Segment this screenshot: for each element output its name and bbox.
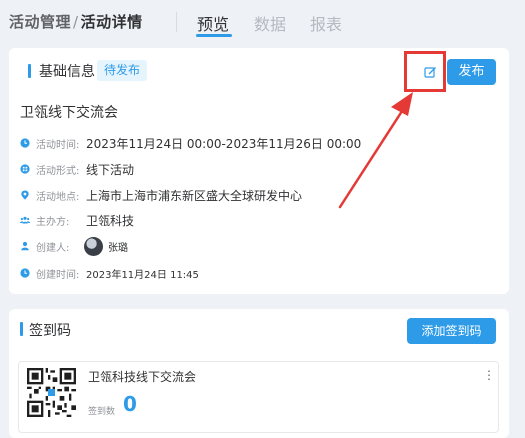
field-label: 创建时间:	[36, 269, 80, 281]
breadcrumb: 活动管理 / 活动详情	[9, 11, 143, 32]
checkin-count-value: 0	[123, 392, 137, 416]
field-activity-format: 活动形式: 线下活动	[20, 160, 134, 178]
edit-highlight-box	[404, 51, 446, 92]
clock-icon	[20, 268, 30, 278]
clock-icon	[20, 138, 30, 148]
checkin-item-title: 卫瓴科技线下交流会	[88, 370, 197, 384]
user-icon	[20, 241, 30, 251]
field-activity-location: 活动地点: 上海市上海市浦东新区盛大全球研发中心	[20, 186, 302, 204]
field-value: 线下活动	[86, 162, 135, 177]
more-options-icon[interactable]: ⋮	[483, 366, 495, 384]
tab-data[interactable]: 数据	[254, 11, 286, 35]
breadcrumb-separator: /	[73, 13, 79, 31]
qr-code-image[interactable]	[27, 368, 76, 417]
breadcrumb-current: 活动详情	[80, 13, 143, 31]
field-label: 主办方:	[36, 216, 70, 228]
field-activity-time: 活动时间: 2023年11月24日 00:00-2023年11月26日 00:0…	[20, 134, 361, 152]
tab-report[interactable]: 报表	[310, 11, 342, 35]
grid-icon	[20, 164, 30, 174]
divider	[176, 12, 177, 32]
field-value: 上海市上海市浦东新区盛大全球研发中心	[86, 188, 303, 203]
location-pin-icon	[20, 190, 30, 200]
tab-preview[interactable]: 预览	[197, 11, 229, 35]
status-badge: 待发布	[97, 60, 148, 81]
field-value: 2023年11月24日 11:45	[86, 269, 199, 281]
field-label: 活动形式:	[36, 165, 80, 177]
top-bar: 活动管理 / 活动详情 预览 数据 报表	[0, 0, 525, 44]
publish-button[interactable]: 发布	[447, 59, 496, 85]
add-checkin-code-button[interactable]: 添加签到码	[407, 318, 496, 344]
section-marker	[28, 64, 31, 78]
activity-title: 卫瓴线下交流会	[20, 105, 118, 121]
field-value: 2023年11月24日 00:00-2023年11月26日 00:00	[86, 136, 362, 151]
checkin-title: 签到码	[29, 323, 71, 339]
checkin-count-label: 签到数	[88, 407, 116, 417]
group-icon	[20, 215, 30, 225]
field-created-time: 创建时间: 2023年11月24日 11:45	[20, 264, 199, 282]
field-label: 创建人:	[36, 242, 70, 254]
field-label: 活动时间:	[36, 139, 80, 151]
field-label: 活动地点:	[36, 191, 80, 203]
field-organizer: 主办方: 卫瓴科技	[20, 211, 134, 229]
section-marker	[20, 322, 23, 336]
field-value: 张璐	[108, 242, 128, 254]
active-tab-indicator	[196, 34, 232, 37]
field-value: 卫瓴科技	[86, 213, 135, 228]
breadcrumb-parent[interactable]: 活动管理	[9, 13, 71, 31]
basic-info-title: 基础信息	[39, 64, 95, 80]
avatar	[84, 236, 103, 256]
field-creator: 创建人: 张璐	[20, 236, 128, 256]
